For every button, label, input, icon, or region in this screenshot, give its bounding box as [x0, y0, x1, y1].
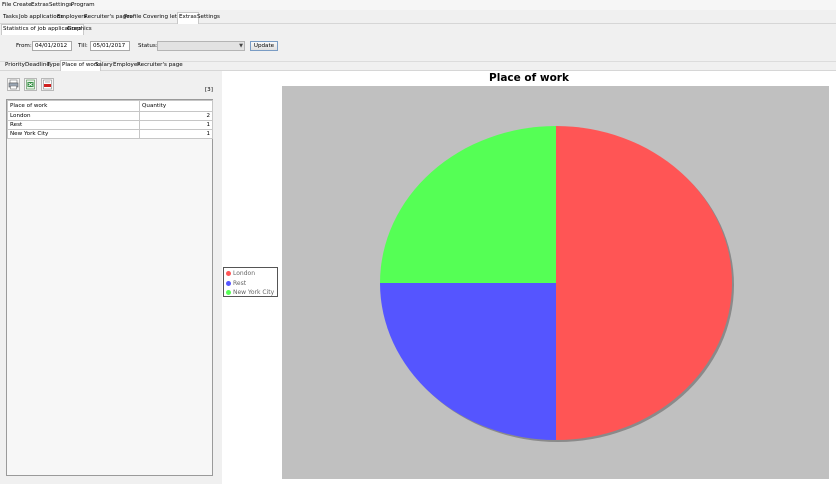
till-date-field[interactable]: 05/01/2017: [90, 41, 130, 51]
pie-slice-new-york-city: [380, 126, 556, 283]
plot-area: [282, 86, 829, 479]
main-tab-bar: Tasks Job applications Employers Recruit…: [0, 12, 836, 24]
table-row[interactable]: London 2: [7, 111, 213, 121]
cell-place: New York City: [7, 129, 140, 139]
tab-tasks[interactable]: Tasks: [2, 13, 19, 22]
table-row[interactable]: New York City 1: [7, 129, 213, 139]
menu-program[interactable]: Program: [71, 1, 95, 9]
pie-chart: [380, 126, 734, 442]
pie-slice-london: [556, 126, 732, 440]
legend-color-dot: [226, 280, 231, 286]
menu-file[interactable]: File: [2, 1, 11, 9]
cell-quantity: 1: [139, 120, 213, 130]
from-date-field[interactable]: 04/01/2012: [32, 41, 72, 51]
statistics-table-panel: [3] Place of work Quantity London 2 Rest…: [0, 71, 220, 484]
cell-quantity: 1: [139, 129, 213, 139]
till-label: Till:: [78, 43, 88, 49]
legend-item: New York City: [226, 288, 274, 297]
from-label: From:: [16, 43, 32, 49]
status-select[interactable]: ▼: [157, 41, 245, 51]
legend-color-dot: [226, 290, 231, 295]
legend-label: Rest: [233, 279, 247, 287]
legend-label: New York City: [233, 289, 275, 296]
legend-item: Rest: [226, 279, 246, 288]
menu-bar: File Create Extras Settings Program: [0, 0, 836, 10]
tab-profile[interactable]: Profile: [123, 13, 142, 22]
tab-recruiters-page[interactable]: Recruiter's page: [136, 61, 184, 70]
legend-item: London: [226, 269, 255, 278]
tab-settings[interactable]: Settings: [196, 13, 221, 22]
chart-legend: London Rest New York City: [223, 267, 278, 297]
legend-label: London: [233, 270, 255, 277]
chart-panel: Place of work London Rest New York City: [222, 71, 836, 484]
tab-graphics[interactable]: Graphics: [66, 25, 93, 34]
table-row[interactable]: Rest 1: [7, 120, 213, 130]
cell-place: Rest: [7, 120, 140, 130]
cell-place: London: [7, 111, 140, 121]
sub-tab-bar: Statistics of job applications Graphics: [0, 24, 836, 36]
menu-extras[interactable]: Extras: [31, 1, 49, 9]
menu-settings[interactable]: Settings: [49, 1, 72, 9]
chart-title: Place of work: [489, 72, 569, 84]
legend-color-dot: [226, 271, 231, 276]
column-header-quantity[interactable]: Quantity: [139, 100, 213, 112]
data-table: Place of work Quantity London 2 Rest 1 N…: [6, 99, 213, 476]
excel-export-icon[interactable]: [24, 78, 37, 91]
update-button[interactable]: Update: [250, 41, 278, 51]
table-header-row: Place of work Quantity: [7, 100, 213, 112]
print-icon[interactable]: [7, 78, 20, 91]
result-count: [3]: [205, 87, 213, 93]
pie-slice-rest: [380, 283, 556, 440]
cell-quantity: 2: [139, 111, 213, 121]
tab-salary[interactable]: Salary: [94, 61, 114, 70]
status-label: Status:: [138, 43, 158, 49]
chevron-down-icon: ▼: [239, 43, 243, 49]
tab-type[interactable]: Type: [46, 61, 61, 70]
pdf-export-icon[interactable]: [41, 78, 54, 91]
column-header-place[interactable]: Place of work: [7, 100, 140, 112]
menu-create[interactable]: Create: [13, 1, 32, 9]
tab-priority[interactable]: Priority: [4, 61, 26, 70]
statistics-tab-bar: Priority Deadline Type Place of work Sal…: [0, 60, 836, 72]
filter-panel: From: 04/01/2012 Till: 05/01/2017 Status…: [0, 35, 836, 62]
